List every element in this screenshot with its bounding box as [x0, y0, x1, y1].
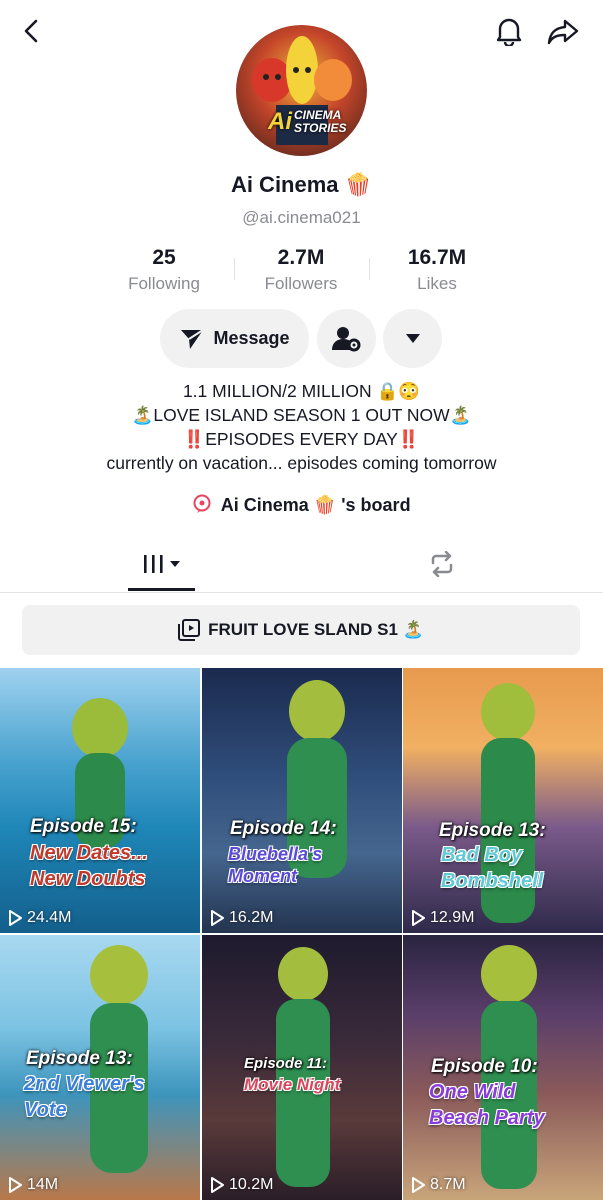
episode-label: Episode 10: — [431, 1056, 538, 1077]
caret-down-icon — [405, 334, 420, 343]
view-count: 12.9M — [411, 909, 474, 927]
followers-label: Followers — [264, 274, 338, 293]
episode-label: Episode 14: — [230, 818, 337, 839]
playlist-label: FRUIT LOVE SLAND S1 🏝️ — [208, 620, 424, 639]
message-button[interactable]: Message — [160, 309, 309, 368]
play-icon — [412, 1177, 425, 1193]
episode-label: Episode 13: — [439, 820, 546, 841]
bio-line: 1.1 MILLION/2 MILLION 🔒😳 — [182, 381, 421, 401]
video-thumbnail[interactable]: Episode 15: New Dates... New Doubts 24.4… — [0, 668, 200, 933]
playlist-icon — [178, 619, 201, 641]
avatar-art — [252, 36, 352, 145]
board-suffix: 's board — [341, 495, 411, 515]
follow-settings-button[interactable] — [317, 309, 376, 368]
stat-divider — [369, 258, 370, 280]
content-tabs — [0, 540, 603, 593]
view-count: 14M — [8, 1176, 58, 1194]
likes-label: Likes — [417, 274, 457, 293]
bio-line: currently on vacation... episodes coming… — [106, 453, 497, 473]
episode-label: Episode 15: — [30, 816, 137, 837]
following-count: 25 — [152, 246, 176, 269]
bell-icon — [496, 18, 522, 46]
active-tab-indicator — [128, 588, 195, 591]
view-count: 8.7M — [411, 1176, 466, 1194]
view-count: 24.4M — [8, 909, 71, 927]
more-options-dropdown[interactable] — [383, 309, 442, 368]
video-grid: Episode 15: New Dates... New Doubts 24.4… — [0, 668, 603, 1200]
back-icon — [24, 19, 38, 43]
share-icon — [547, 19, 579, 45]
video-thumbnail[interactable]: Episode 10: One Wild Beach Party 8.7M — [403, 935, 603, 1200]
play-icon — [211, 910, 224, 926]
bio-line: 🏝️LOVE ISLAND SEASON 1 OUT NOW🏝️ — [131, 405, 472, 425]
episode-title: Beach Party — [429, 1107, 545, 1129]
back-button[interactable] — [14, 14, 48, 48]
view-count: 16.2M — [210, 909, 273, 927]
play-icon — [9, 1177, 22, 1193]
profile-name: Ai Cinema 🍿 — [0, 172, 603, 198]
followers-count: 2.7M — [277, 246, 325, 269]
notifications-button[interactable] — [490, 12, 528, 50]
avatar-logo: Ai CINEMA STORIES — [268, 108, 347, 135]
episode-title: One Wild — [429, 1081, 516, 1103]
profile-name-text: Ai Cinema — [230, 172, 339, 197]
user-gear-icon — [331, 326, 360, 351]
popcorn-emoji: 🍿 — [344, 172, 373, 197]
episode-title: New Dates... — [30, 842, 148, 864]
tab-reposts[interactable] — [408, 540, 475, 588]
episode-label: Episode 13: — [26, 1048, 133, 1069]
episode-title: Bombshell — [441, 870, 544, 892]
stat-followers[interactable]: 2.7M Followers — [236, 246, 366, 294]
play-icon — [9, 910, 22, 926]
episode-title: New Doubts — [30, 868, 146, 890]
episode-title: 2nd Viewer's — [24, 1073, 145, 1095]
bio-line: ‼️EPISODES EVERY DAY‼️ — [183, 429, 420, 449]
episode-title: Moment — [228, 866, 297, 886]
view-count: 10.2M — [210, 1176, 273, 1194]
play-icon — [211, 1177, 224, 1193]
play-icon — [412, 910, 425, 926]
likes-count: 16.7M — [407, 246, 467, 269]
episode-label: Episode 11: — [244, 1055, 328, 1072]
popcorn-emoji: 🍿 — [313, 495, 337, 515]
video-thumbnail[interactable]: Episode 11: Movie Night 10.2M — [202, 935, 402, 1200]
stat-divider — [234, 258, 235, 280]
message-label: Message — [213, 328, 290, 348]
episode-title: Bluebella's — [228, 844, 323, 864]
board-icon — [193, 494, 211, 513]
tab-videos[interactable] — [128, 540, 195, 588]
profile-handle: @ai.cinema021 — [242, 208, 361, 227]
avatar[interactable]: Ai CINEMA STORIES — [236, 25, 367, 156]
stat-likes[interactable]: 16.7M Likes — [372, 246, 502, 294]
episode-title: Movie Night — [244, 1075, 341, 1094]
video-thumbnail[interactable]: Episode 13: 2nd Viewer's Vote 14M — [0, 935, 200, 1200]
video-thumbnail[interactable]: Episode 14: Bluebella's Moment 16.2M — [202, 668, 402, 933]
share-button[interactable] — [543, 12, 583, 52]
profile-bio: 1.1 MILLION/2 MILLION 🔒😳 🏝️LOVE ISLAND S… — [0, 379, 603, 475]
stat-following[interactable]: 25 Following — [99, 246, 229, 294]
episode-title: Vote — [24, 1099, 67, 1121]
video-thumbnail[interactable]: Episode 13: Bad Boy Bombshell 12.9M — [403, 668, 603, 933]
following-label: Following — [128, 274, 200, 293]
playlist-button[interactable]: FRUIT LOVE SLAND S1 🏝️ — [22, 605, 580, 655]
episode-title: Bad Boy — [441, 844, 523, 866]
board-owner: Ai Cinema — [220, 495, 309, 515]
send-icon — [181, 328, 205, 349]
grid-filter-icon — [143, 555, 180, 573]
board-link[interactable]: Ai Cinema 🍿 's board — [0, 494, 603, 516]
repost-icon — [431, 551, 452, 577]
